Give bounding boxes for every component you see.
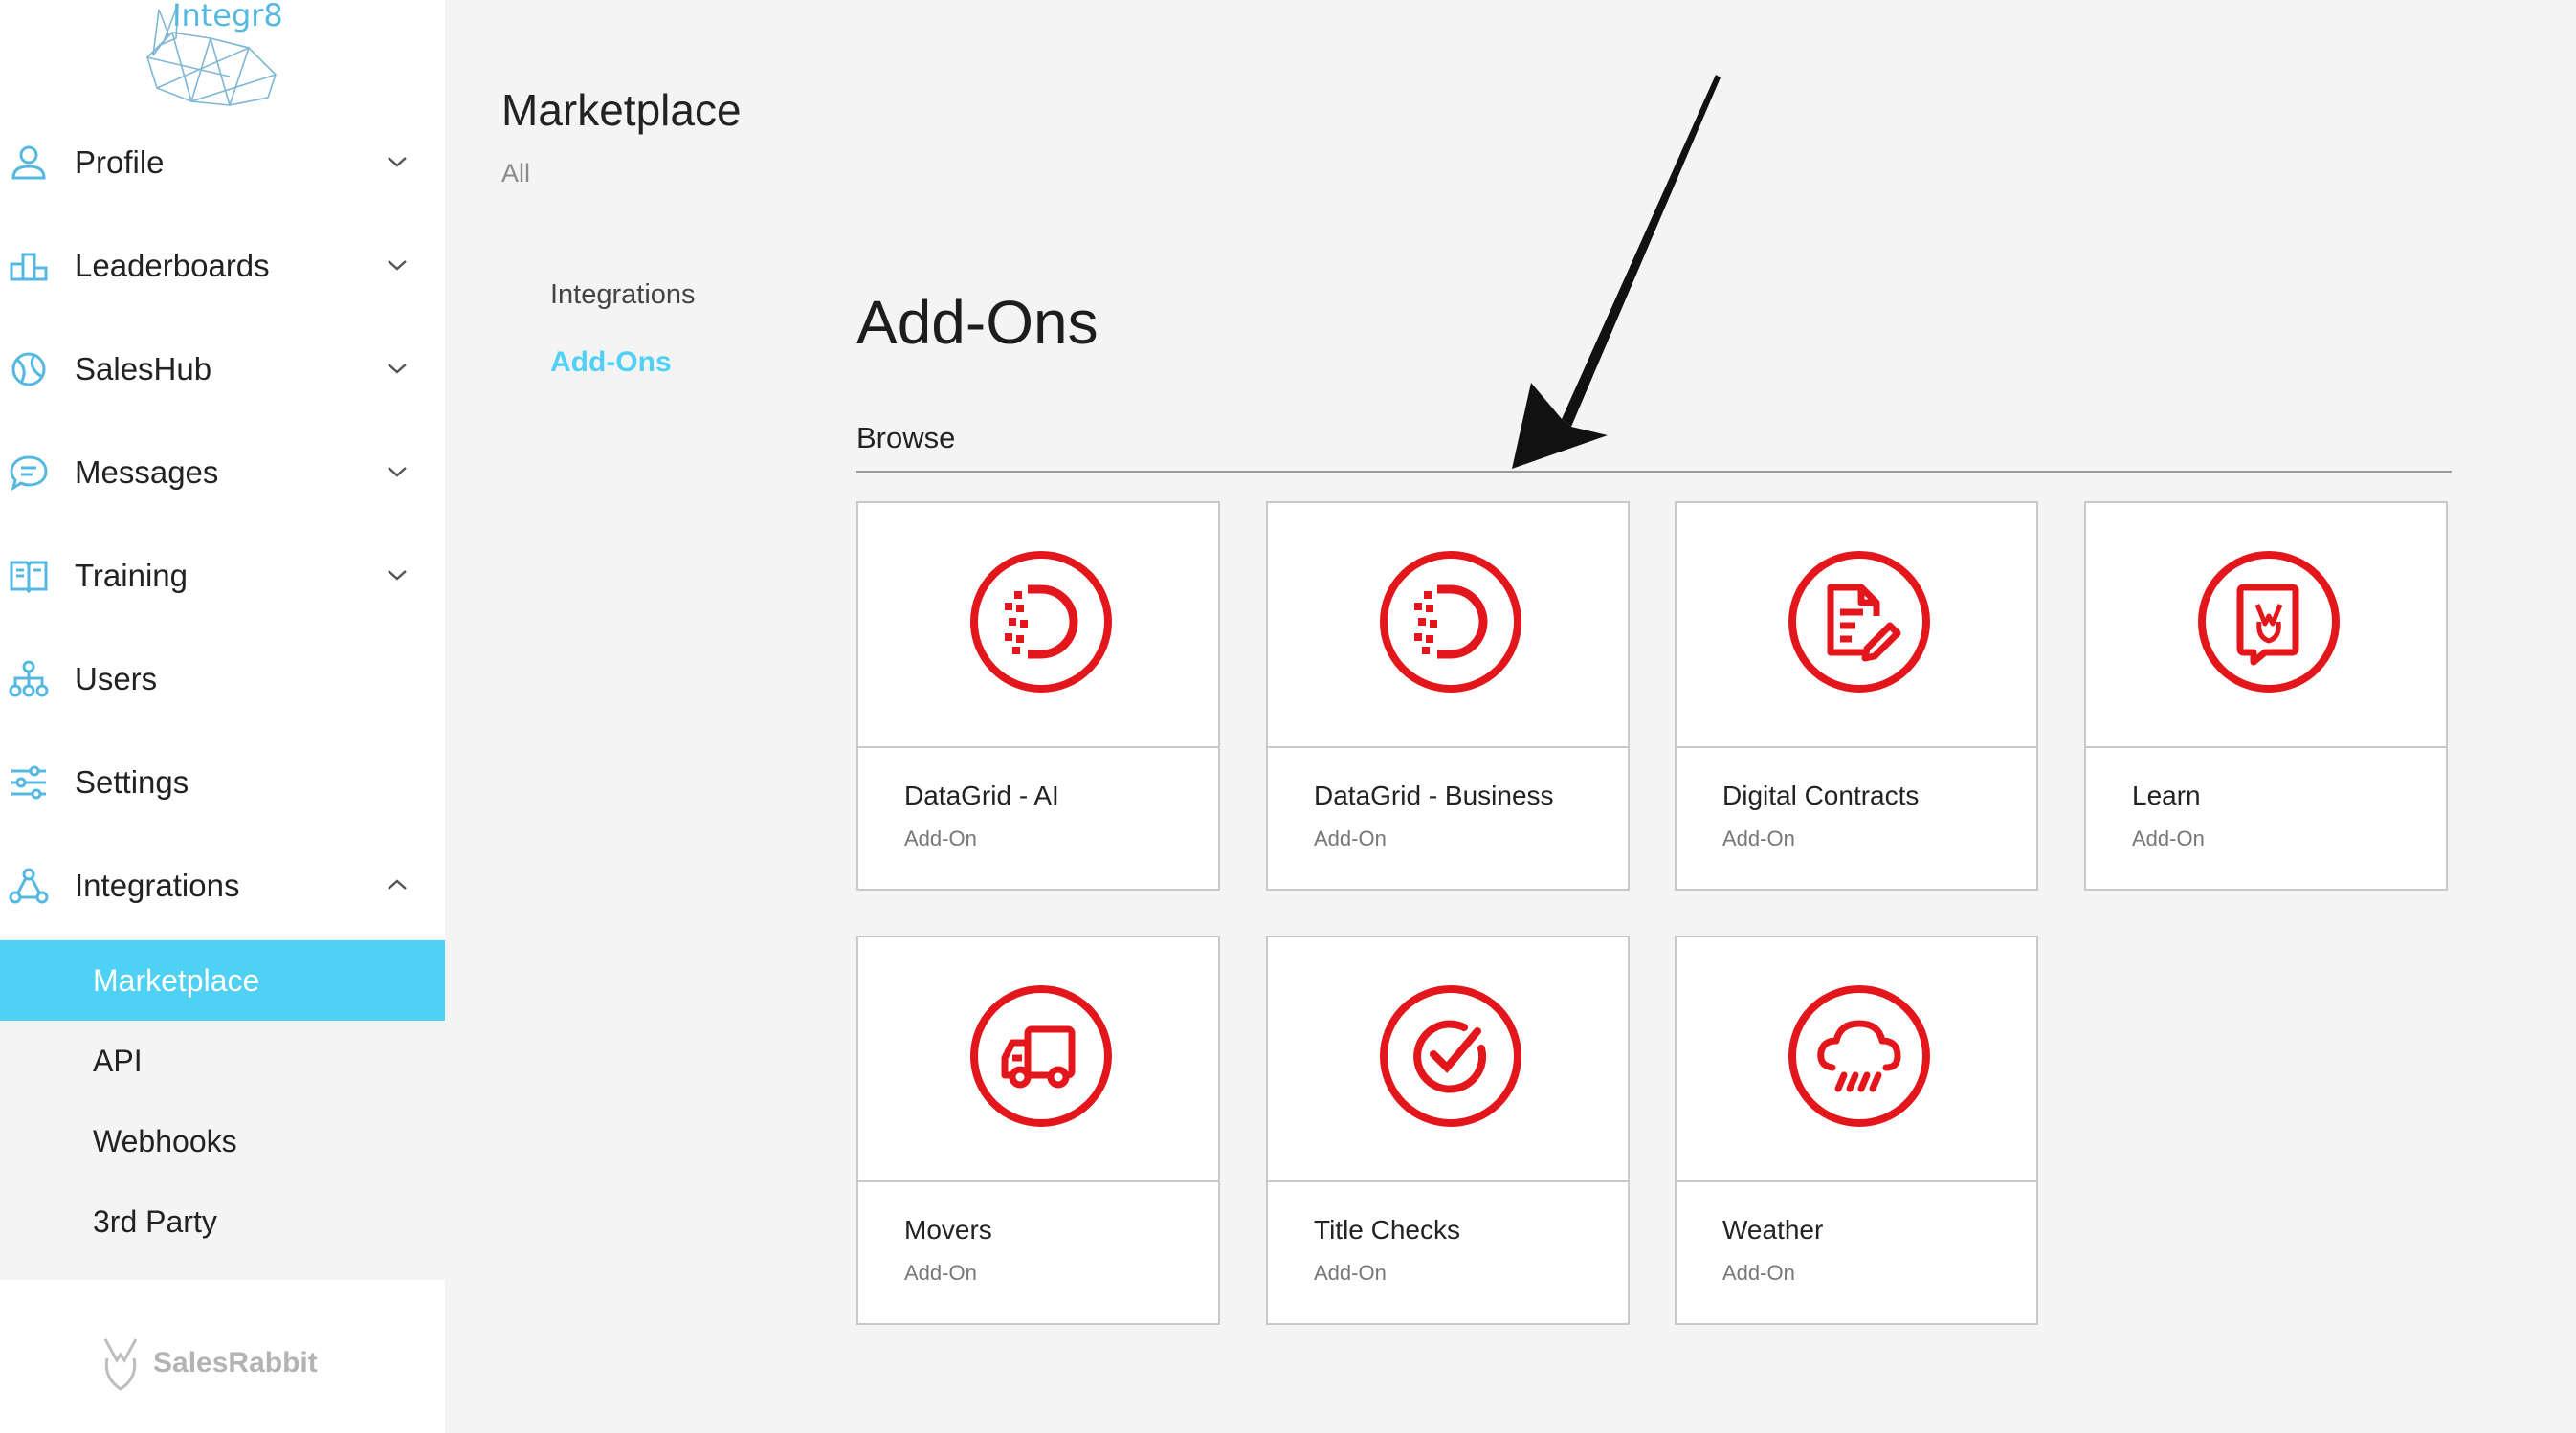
- learn-book-icon: [2198, 551, 2340, 693]
- sidebar-item-label: Settings: [75, 764, 189, 800]
- sidebar-item-users[interactable]: Users: [0, 641, 445, 717]
- card-title: DataGrid - Business: [1314, 781, 1554, 810]
- submenu-item-api[interactable]: API: [0, 1021, 445, 1101]
- page-subtitle: All: [501, 159, 531, 187]
- submenu-item-webhooks[interactable]: Webhooks: [0, 1101, 445, 1181]
- card-title: Movers: [904, 1215, 992, 1245]
- addon-card-movers[interactable]: Movers Add-On: [856, 936, 1220, 1325]
- person-icon: [11, 145, 46, 180]
- truck-icon: [970, 985, 1112, 1127]
- card-type: Add-On: [904, 1261, 977, 1285]
- card-type: Add-On: [1314, 827, 1387, 850]
- salesrabbit-brand: SalesRabbit: [100, 1335, 348, 1397]
- cloud-rain-icon: [1788, 985, 1930, 1127]
- card-title: Title Checks: [1314, 1215, 1461, 1245]
- page-title: Marketplace: [501, 85, 742, 135]
- chevron-up-icon[interactable]: [383, 871, 411, 899]
- submenu-item-3rd-party[interactable]: 3rd Party: [0, 1181, 445, 1262]
- card-title: Weather: [1722, 1215, 1824, 1245]
- card-title: DataGrid - AI: [904, 781, 1059, 810]
- section-title: Add-Ons: [856, 288, 1099, 357]
- addon-card-datagrid-ai[interactable]: DataGrid - AI Add-On: [856, 501, 1220, 891]
- sidebar-item-leaderboards[interactable]: Leaderboards: [0, 228, 445, 304]
- submenu-item-label: 3rd Party: [93, 1204, 217, 1239]
- sidebar-item-messages[interactable]: Messages: [0, 434, 445, 511]
- submenu-item-marketplace[interactable]: Marketplace: [0, 940, 445, 1021]
- salesrabbit-logo-icon: [103, 1338, 138, 1391]
- sidebar: Integr8 Profile Leaderboards SalesHub Me…: [0, 0, 445, 1433]
- check-circle-icon: [1380, 985, 1521, 1127]
- submenu-item-label: API: [93, 1044, 143, 1078]
- sidebar-item-integrations[interactable]: Integrations: [0, 848, 445, 924]
- card-type: Add-On: [1722, 1261, 1795, 1285]
- card-image: [2086, 503, 2446, 748]
- addon-card-learn[interactable]: Learn Add-On: [2084, 501, 2448, 891]
- datagrid-icon: [1380, 551, 1521, 693]
- chevron-down-icon[interactable]: [383, 147, 411, 176]
- chevron-down-icon[interactable]: [383, 251, 411, 279]
- submenu-item-label: Webhooks: [93, 1124, 237, 1158]
- datagrid-icon: [970, 551, 1112, 693]
- browse-heading: Browse: [856, 421, 956, 454]
- chevron-down-icon[interactable]: [383, 354, 411, 383]
- subnav-integrations[interactable]: Integrations: [550, 279, 696, 311]
- book-icon: [10, 561, 48, 594]
- sidebar-item-label: Training: [75, 558, 188, 593]
- sidebar-item-saleshub[interactable]: SalesHub: [0, 331, 445, 408]
- sidebar-item-profile[interactable]: Profile: [0, 124, 445, 201]
- sidebar-item-settings[interactable]: Settings: [0, 744, 445, 821]
- submenu-item-label: Marketplace: [93, 963, 260, 998]
- sidebar-item-label: SalesHub: [75, 351, 212, 386]
- sidebar-item-label: Profile: [75, 144, 165, 180]
- sidebar-item-training[interactable]: Training: [0, 538, 445, 614]
- addon-card-digital-contracts[interactable]: Digital Contracts Add-On: [1675, 501, 2038, 891]
- sidebar-item-label: Leaderboards: [75, 248, 270, 283]
- logo-text: Integr8: [172, 0, 283, 33]
- card-image: [1677, 503, 2036, 748]
- card-type: Add-On: [1314, 1261, 1387, 1285]
- addon-card-datagrid-business[interactable]: DataGrid - Business Add-On: [1266, 501, 1630, 891]
- card-title: Digital Contracts: [1722, 781, 1920, 810]
- podium-icon: [10, 253, 48, 281]
- addon-card-title-checks[interactable]: Title Checks Add-On: [1266, 936, 1630, 1325]
- sidebar-item-label: Users: [75, 661, 158, 696]
- subnav-add-ons[interactable]: Add-Ons: [550, 346, 672, 379]
- org-chart-icon: [9, 660, 49, 697]
- globe-icon: [11, 352, 46, 386]
- card-image: [1268, 503, 1628, 748]
- integrations-submenu: Marketplace API Webhooks 3rd Party: [0, 938, 445, 1280]
- card-image: [858, 503, 1218, 748]
- integr8-logo[interactable]: Integr8: [134, 0, 287, 110]
- card-title: Learn: [2132, 781, 2201, 810]
- network-icon: [9, 868, 49, 904]
- card-type: Add-On: [2132, 827, 2205, 850]
- brand-text: SalesRabbit: [153, 1347, 318, 1378]
- card-image: [1268, 937, 1628, 1182]
- sidebar-item-label: Messages: [75, 454, 219, 490]
- sliders-icon: [11, 765, 46, 800]
- card-type: Add-On: [1722, 827, 1795, 850]
- sidebar-item-label: Integrations: [75, 868, 240, 903]
- annotation-arrow-icon: [1512, 75, 1721, 469]
- chevron-down-icon[interactable]: [383, 457, 411, 486]
- card-type: Add-On: [904, 827, 977, 850]
- chevron-down-icon[interactable]: [383, 561, 411, 589]
- card-image: [1677, 937, 2036, 1182]
- addon-card-weather[interactable]: Weather Add-On: [1675, 936, 2038, 1325]
- contract-pen-icon: [1788, 551, 1930, 693]
- chat-icon: [10, 455, 48, 492]
- card-image: [858, 937, 1218, 1182]
